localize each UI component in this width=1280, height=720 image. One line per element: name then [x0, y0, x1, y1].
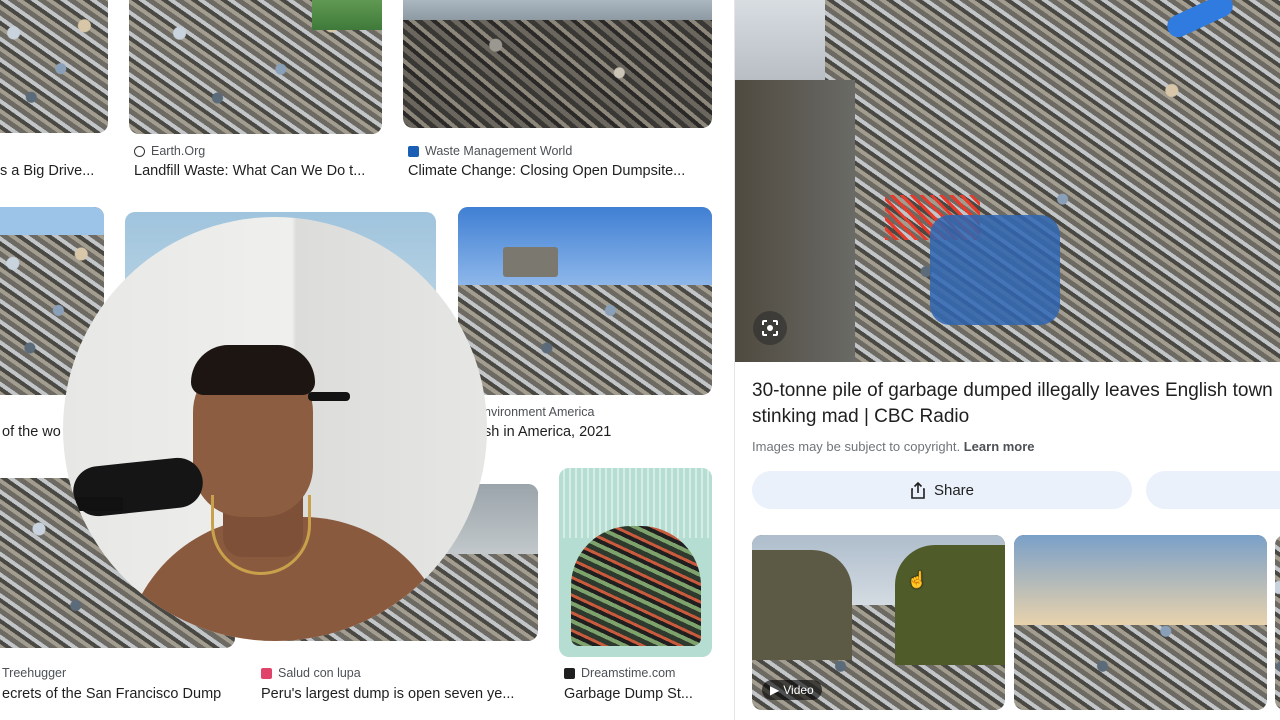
- video-label: Video: [783, 683, 814, 697]
- webcam-person-hair: [191, 345, 315, 395]
- copyright-notice: Images may be subject to copyright. Lear…: [752, 439, 1035, 454]
- play-icon: ▶: [770, 683, 780, 697]
- result-title-r1c3[interactable]: Climate Change: Closing Open Dumpsite...: [408, 163, 713, 179]
- result-title-r2c1[interactable]: of the wo: [2, 424, 72, 440]
- result-source-label: Dreamstime.com: [581, 666, 676, 680]
- related-video-thumb[interactable]: ▶ Video ☝: [752, 535, 1005, 710]
- wall-switch: [308, 392, 350, 401]
- result-source-label: Earth.Org: [151, 144, 206, 158]
- panel-title[interactable]: 30-tonne pile of garbage dumped illegall…: [752, 378, 1280, 430]
- share-icon: [911, 481, 925, 499]
- result-image-r1c2[interactable]: [129, 0, 382, 134]
- result-title-r1c2[interactable]: Landfill Waste: What Can We Do t...: [134, 163, 384, 179]
- image-detail-panel: 30-tonne pile of garbage dumped illegall…: [734, 0, 1280, 720]
- result-image-r2c3[interactable]: [458, 207, 712, 395]
- related-image-thumb-partial[interactable]: [1275, 535, 1280, 710]
- salud-con-lupa-icon: [261, 667, 272, 679]
- result-source-r2c3[interactable]: nvironment America: [484, 405, 594, 419]
- result-image-r1c3[interactable]: [403, 0, 712, 128]
- result-title-r2c3[interactable]: sh in America, 2021: [484, 424, 714, 440]
- result-title-r3c3[interactable]: Garbage Dump St...: [564, 686, 714, 702]
- result-source-r3c2[interactable]: Salud con lupa: [261, 666, 361, 680]
- learn-more-link[interactable]: Learn more: [964, 439, 1035, 454]
- result-source-r1c2[interactable]: Earth.Org: [134, 144, 205, 158]
- result-title-r1c1[interactable]: s a Big Drive...: [0, 163, 110, 179]
- related-image-thumb[interactable]: [1014, 535, 1267, 710]
- share-label: Share: [933, 481, 975, 499]
- result-source-label: Waste Management World: [425, 144, 573, 158]
- hero-image[interactable]: [735, 0, 1280, 362]
- result-source-label: Treehugger: [2, 666, 67, 680]
- result-image-r3c3[interactable]: [559, 468, 712, 657]
- video-badge: ▶ Video: [762, 680, 822, 700]
- microphone-arm: [63, 497, 123, 511]
- google-lens-button[interactable]: [753, 311, 787, 345]
- result-title-r3c2[interactable]: Peru's largest dump is open seven ye...: [261, 686, 536, 702]
- result-image-r1c1[interactable]: [0, 0, 108, 133]
- result-source-r1c3[interactable]: Waste Management World: [408, 144, 572, 158]
- result-title-r3c1[interactable]: ecrets of the San Francisco Dump: [2, 686, 252, 702]
- hand-cursor-icon: ☝: [907, 572, 927, 589]
- result-source-label: Salud con lupa: [278, 666, 361, 680]
- google-lens-icon: [762, 320, 778, 336]
- result-source-r3c1[interactable]: Treehugger: [2, 666, 66, 680]
- waste-management-world-icon: [408, 145, 419, 157]
- result-source-r3c3[interactable]: Dreamstime.com: [564, 666, 675, 680]
- webcam-overlay: [63, 217, 487, 641]
- share-button[interactable]: Share: [752, 471, 1132, 509]
- copyright-text: Images may be subject to copyright.: [752, 439, 961, 454]
- dreamstime-icon: [564, 667, 575, 679]
- earth-org-icon: [134, 145, 145, 157]
- result-source-label: nvironment America: [484, 405, 595, 419]
- secondary-action-button[interactable]: [1146, 471, 1280, 509]
